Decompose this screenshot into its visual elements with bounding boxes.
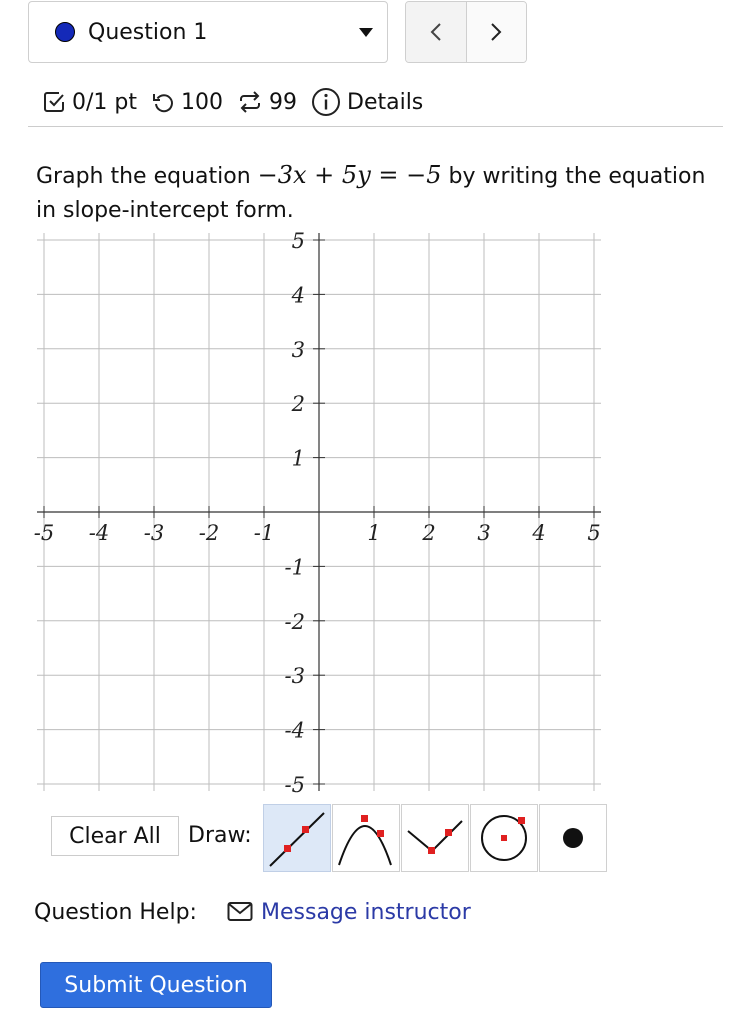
retries-text: 99 [269, 89, 297, 115]
x-tick-label: -2 [199, 521, 219, 545]
details-toggle[interactable]: Details [311, 87, 423, 117]
y-tick-label: 2 [291, 392, 305, 416]
line-tool-icon [269, 812, 325, 867]
x-tick-label: 3 [477, 521, 490, 545]
tick-labels: -5 -4 -3 -2 -1 1 2 3 4 5 5 4 3 2 1 -1 -2 -3 -4 -5 [34, 229, 601, 797]
y-tick-label: 1 [292, 447, 305, 471]
mail-icon[interactable] [227, 901, 253, 923]
y-tick-label: -3 [285, 664, 305, 688]
y-tick-label: 4 [291, 283, 305, 307]
absolute-value-tool-icon [407, 820, 463, 854]
circle-tool-button[interactable] [470, 804, 538, 872]
x-tick-label: 2 [421, 521, 435, 545]
x-tick-label: 4 [531, 521, 545, 545]
details-label: Details [347, 89, 424, 115]
caret-down-icon [359, 28, 373, 37]
chevron-left-icon [430, 23, 441, 41]
line-tool-button[interactable] [263, 804, 331, 872]
undo-icon [153, 94, 173, 113]
question-meta: 0/1 pt 100 99 Details [42, 84, 437, 120]
retries-info: 99 [237, 90, 297, 115]
x-tick-label: -4 [89, 521, 109, 545]
y-tick-label: -2 [285, 610, 305, 634]
equation: −3x + 5y = −5 [257, 161, 442, 189]
x-tick-label: -3 [144, 521, 164, 545]
x-tick-label: 1 [367, 521, 380, 545]
x-tick-label: -5 [34, 521, 54, 545]
attempts-info: 100 [151, 90, 223, 115]
point-tool-icon [563, 828, 583, 848]
chevron-right-icon [491, 23, 502, 41]
axes [37, 233, 601, 791]
prompt-text-before: Graph the equation [36, 164, 258, 189]
x-tick-label: -1 [254, 521, 274, 545]
checkbox-icon [44, 92, 64, 112]
draw-tools [263, 804, 608, 872]
score-info: 0/1 pt [42, 90, 137, 115]
absolute-value-tool-button[interactable] [401, 804, 469, 872]
score-text: 0/1 pt [72, 89, 137, 115]
question-select[interactable]: Question 1 [28, 1, 388, 63]
attempts-text: 100 [181, 89, 223, 115]
draw-label: Draw: [188, 823, 252, 848]
parabola-tool-button[interactable] [332, 804, 400, 872]
next-question-button[interactable] [465, 2, 526, 62]
y-tick-label: 5 [292, 229, 305, 253]
clear-all-button[interactable]: Clear All [51, 816, 179, 856]
question-status-dot [55, 22, 75, 42]
y-tick-label: -4 [285, 719, 305, 743]
question-prompt: Graph the equation −3x + 5y = −5 by writ… [36, 158, 716, 228]
y-tick-label: -1 [285, 555, 305, 579]
y-tick-label: -5 [285, 773, 305, 797]
question-help-label: Question Help: [34, 900, 197, 925]
parabola-tool-icon [338, 815, 392, 866]
question-nav [405, 1, 527, 63]
info-icon [312, 88, 340, 116]
prev-question-button[interactable] [406, 2, 466, 62]
repeat-icon [240, 91, 260, 113]
question-select-label: Question 1 [88, 20, 208, 45]
message-instructor-link[interactable]: Message instructor [261, 898, 471, 928]
x-tick-label: 5 [587, 521, 600, 545]
circle-tool-icon [481, 815, 527, 861]
submit-question-button[interactable]: Submit Question [40, 962, 272, 1008]
divider [28, 126, 723, 127]
point-tool-button[interactable] [539, 804, 607, 872]
graph-canvas[interactable]: -5 -4 -3 -2 -1 1 2 3 4 5 5 4 3 2 1 -1 -2 -3 -4 -5 [30, 228, 610, 800]
y-tick-label: 3 [292, 338, 305, 362]
